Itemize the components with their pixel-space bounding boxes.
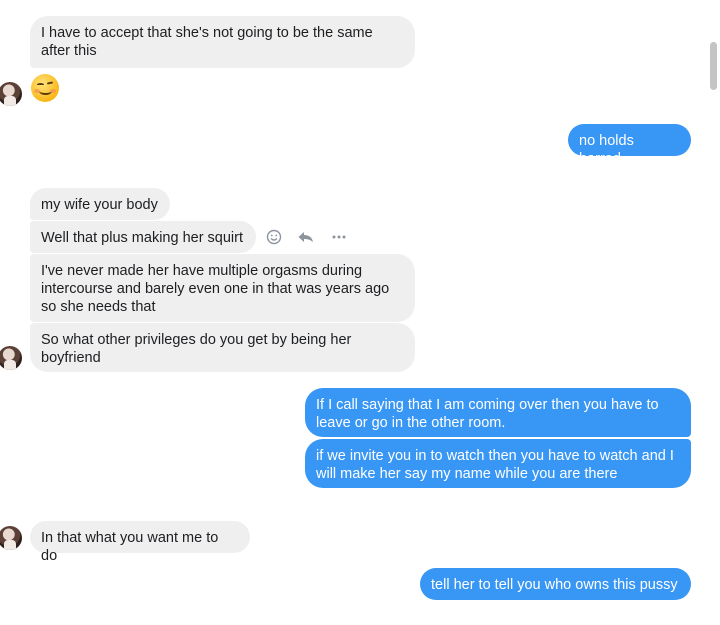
contact-avatar[interactable] [0, 82, 22, 106]
contact-avatar[interactable] [0, 526, 22, 550]
incoming-message[interactable]: Well that plus making her squirt [30, 221, 256, 253]
outgoing-message[interactable]: if we invite you in to watch then you ha… [305, 439, 691, 488]
reply-icon[interactable] [297, 229, 315, 249]
contact-avatar[interactable] [0, 346, 22, 370]
more-icon[interactable] [331, 229, 347, 249]
outgoing-message[interactable]: tell her to tell you who owns this pussy [420, 568, 691, 600]
wink-emoji-message[interactable] [31, 74, 59, 102]
incoming-message[interactable]: my wife your body [30, 188, 170, 220]
outgoing-message[interactable]: no holds barred [568, 124, 691, 167]
incoming-message[interactable]: In that what you want me to do [30, 521, 250, 564]
incoming-message[interactable]: I have to accept that she's not going to… [30, 16, 415, 68]
scrollbar-thumb[interactable] [710, 42, 717, 90]
outgoing-message[interactable]: If I call saying that I am coming over t… [305, 388, 691, 437]
react-icon[interactable] [266, 229, 282, 249]
incoming-message[interactable]: I've never made her have multiple orgasm… [30, 254, 415, 322]
incoming-message[interactable]: So what other privileges do you get by b… [30, 323, 415, 372]
